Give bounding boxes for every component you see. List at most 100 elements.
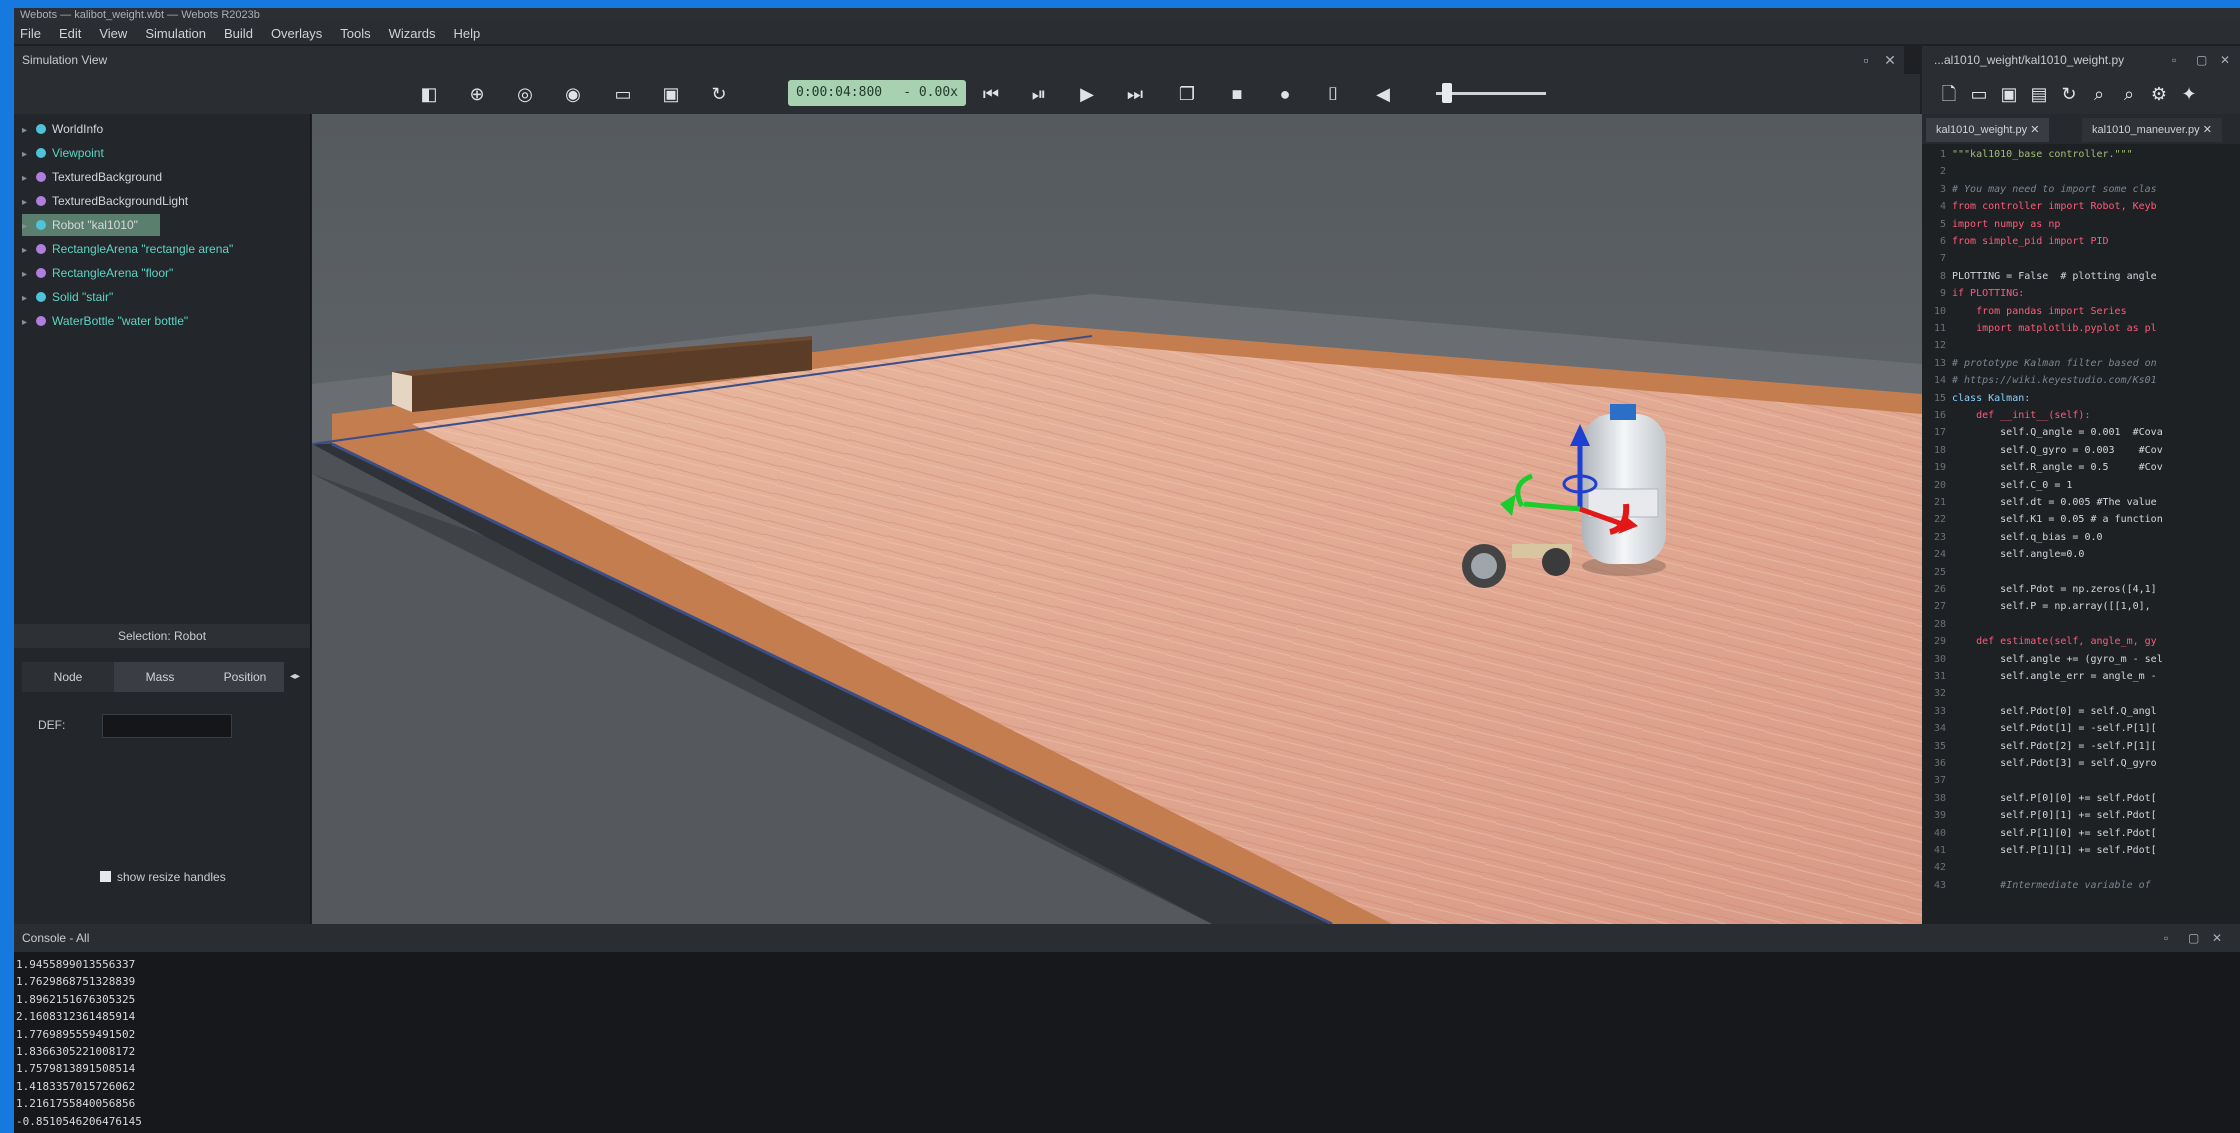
float-icon[interactable]: ▫ — [2164, 924, 2168, 952]
tab-mass[interactable]: Mass — [114, 662, 206, 692]
maximize-icon[interactable]: ▢ — [2188, 924, 2199, 952]
expand-icon[interactable]: ▸ — [22, 312, 36, 334]
expand-icon[interactable]: ▸ — [22, 240, 36, 262]
close-icon[interactable]: ✕ — [1880, 46, 1900, 74]
expand-icon[interactable]: ▸ — [22, 264, 36, 286]
close-icon[interactable]: ✕ — [2220, 46, 2230, 74]
3d-scene[interactable] — [312, 114, 1922, 924]
rendering-icon[interactable]: ❐ — [1174, 82, 1200, 106]
show-resize-handles-checkbox[interactable]: show resize handles — [100, 870, 226, 884]
volume-icon[interactable]: ◀ — [1370, 82, 1396, 106]
play-icon[interactable]: ▶ — [1074, 82, 1100, 106]
line-number: 29 — [1933, 636, 1946, 648]
line-number: 12 — [1933, 340, 1946, 352]
expand-icon[interactable]: ▸ — [22, 144, 36, 166]
expand-icon[interactable]: ▸ — [22, 120, 36, 142]
find-icon[interactable]: ⌕ — [2086, 82, 2112, 106]
float-icon[interactable]: ▫ — [2172, 46, 2176, 74]
tab-kal1010-maneuver[interactable]: kal1010_maneuver.py ✕ — [2082, 118, 2222, 142]
tree-node-floor[interactable]: ▸ RectangleArena "floor" — [22, 262, 173, 284]
menu-overlays[interactable]: Overlays — [265, 26, 334, 41]
line-number: 14 — [1933, 375, 1946, 387]
code-text: from pandas import Series — [1952, 305, 2127, 317]
tab-position[interactable]: Position — [206, 662, 284, 692]
node-label: Viewpoint — [52, 146, 104, 160]
tree-node-background-light[interactable]: ▸ TexturedBackgroundLight — [22, 190, 188, 212]
view-icon[interactable]: ◉ — [560, 82, 586, 106]
def-field[interactable] — [102, 714, 232, 738]
tab-node[interactable]: Node — [22, 662, 114, 692]
code-text: # prototype Kalman filter based on — [1952, 357, 2157, 369]
code-text: self.Q_gyro = 0.003 #Cov — [1952, 444, 2163, 456]
stop-icon[interactable]: ■ — [1224, 82, 1250, 106]
step-icon[interactable]: ⏯ — [1026, 82, 1052, 106]
maximize-icon[interactable]: ▢ — [2196, 46, 2207, 74]
build-icon[interactable]: ⚙ — [2146, 82, 2172, 106]
expand-icon[interactable]: ▸ — [22, 192, 36, 214]
code-text: self.C_0 = 1 — [1952, 479, 2073, 491]
slider-knob[interactable] — [1442, 83, 1452, 103]
volume-slider[interactable] — [1436, 83, 1546, 103]
checkbox-icon[interactable] — [100, 871, 111, 882]
orientation-icon[interactable]: ◎ — [512, 82, 538, 106]
save-icon[interactable]: ▣ — [1996, 82, 2022, 106]
open-file-icon[interactable]: ▭ — [1966, 82, 1992, 106]
menu-simulation[interactable]: Simulation — [139, 26, 218, 41]
open-world-icon[interactable]: ▭ — [610, 82, 636, 106]
code-text: self.angle_err = angle_m - — [1952, 671, 2157, 682]
code-line: 8 PLOTTING = False # plotting angle — [1922, 270, 2157, 283]
screenshot-icon[interactable]: ⌷ — [1320, 82, 1346, 106]
close-icon[interactable]: ✕ — [2212, 924, 2222, 952]
save-world-icon[interactable]: ▣ — [658, 82, 684, 106]
clean-icon[interactable]: ✦ — [2176, 82, 2202, 106]
console-line: -0.8510546206476145 — [16, 1114, 142, 1128]
revert-icon[interactable]: ↻ — [2056, 82, 2082, 106]
menu-edit[interactable]: Edit — [53, 26, 93, 41]
reset-icon[interactable]: ⏮ — [978, 82, 1004, 106]
record-icon[interactable]: ● — [1272, 82, 1298, 106]
fast-forward-icon[interactable]: ⏭ — [1122, 82, 1148, 106]
code-line: 26 self.Pdot = np.zeros([4,1] — [1922, 583, 2157, 596]
code-line: 18 self.Q_gyro = 0.003 #Cov — [1922, 444, 2163, 457]
code-line: 36 self.Pdot[3] = self.Q_gyro — [1922, 757, 2157, 770]
menu-tools[interactable]: Tools — [334, 26, 382, 41]
code-line: 37 — [1922, 774, 1952, 787]
menu-help[interactable]: Help — [448, 26, 493, 41]
menu-file[interactable]: File — [14, 26, 53, 41]
tree-node-water-bottle[interactable]: ▸ WaterBottle "water bottle" — [22, 310, 188, 332]
tab-scroll-icon[interactable]: ◂▸ — [284, 662, 306, 692]
reload-world-icon[interactable]: ↻ — [706, 82, 732, 106]
expand-icon[interactable]: ▸ — [22, 168, 36, 190]
tree-node-stair[interactable]: ▸ Solid "stair" — [22, 286, 113, 308]
code-area[interactable]: 1 """kal1010_base controller.""" 2 3 # You m… — [1922, 148, 2240, 918]
console-line: 1.8962151676305325 — [16, 992, 136, 1006]
code-line: 41 self.P[1][1] += self.Pdot[ — [1922, 844, 2157, 857]
tree-node-viewpoint[interactable]: ▸ Viewpoint — [22, 142, 104, 164]
expand-icon[interactable]: ▸ — [22, 216, 36, 238]
replace-icon[interactable]: ⌕ — [2116, 82, 2142, 106]
toggle-scene-tree-icon[interactable]: ◧ — [416, 82, 442, 106]
add-node-icon[interactable]: ⊕ — [464, 82, 490, 106]
checkbox-label: show resize handles — [117, 870, 226, 884]
save-as-icon[interactable]: ▤ — [2026, 82, 2052, 106]
tree-node-textured-background[interactable]: ▸ TexturedBackground — [22, 166, 162, 188]
menu-wizards[interactable]: Wizards — [383, 26, 448, 41]
float-icon[interactable]: ▫ — [1856, 46, 1876, 74]
line-number: 3 — [1939, 183, 1946, 195]
tree-node-rectangle-arena[interactable]: ▸ RectangleArena "rectangle arena" — [22, 238, 233, 260]
close-tab-icon[interactable]: ✕ — [2030, 124, 2039, 136]
tree-node-robot[interactable]: ▸ Robot "kal1010" — [22, 214, 160, 236]
menu-view[interactable]: View — [93, 26, 139, 41]
console-line: 1.2161755840056856 — [16, 1097, 136, 1111]
code-line: 1 """kal1010_base controller.""" — [1922, 148, 2133, 161]
expand-icon[interactable]: ▸ — [22, 288, 36, 310]
line-number: 16 — [1933, 410, 1946, 421]
menu-build[interactable]: Build — [218, 26, 265, 41]
new-file-icon[interactable]: 🗋 — [1936, 82, 1962, 106]
node-label: RectangleArena "floor" — [52, 266, 174, 280]
tab-kal1010-weight[interactable]: kal1010_weight.py ✕ — [1926, 118, 2050, 142]
3d-viewport[interactable] — [312, 114, 1922, 924]
line-number: 36 — [1933, 758, 1946, 769]
close-tab-icon[interactable]: ✕ — [2203, 124, 2212, 136]
tree-node-worldinfo[interactable]: ▸ WorldInfo — [22, 118, 103, 140]
